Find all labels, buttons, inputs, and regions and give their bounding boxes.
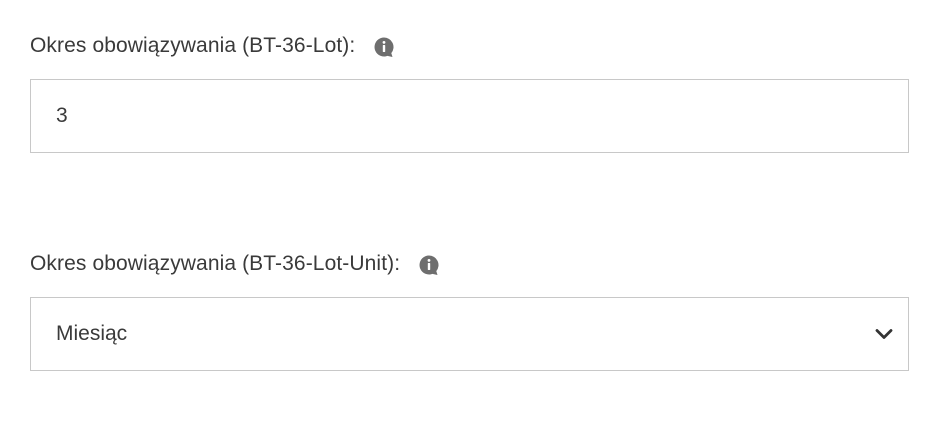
period-unit-label: Okres obowiązywania (BT-36-Lot-Unit): xyxy=(30,252,401,275)
period-lot-field: Okres obowiązywania (BT-36-Lot): 3 xyxy=(30,31,909,153)
period-lot-label: Okres obowiązywania (BT-36-Lot): xyxy=(30,34,356,57)
period-unit-select[interactable]: Miesiąc xyxy=(30,297,909,371)
period-lot-input[interactable]: 3 xyxy=(30,79,909,153)
period-lot-value: 3 xyxy=(56,104,68,127)
period-unit-label-row: Okres obowiązywania (BT-36-Lot-Unit): xyxy=(30,249,909,279)
period-lot-label-row: Okres obowiązywania (BT-36-Lot): xyxy=(30,31,909,61)
period-unit-field: Okres obowiązywania (BT-36-Lot-Unit): Mi… xyxy=(30,249,909,371)
info-icon[interactable] xyxy=(418,254,440,276)
chevron-down-icon[interactable] xyxy=(872,322,896,346)
info-icon[interactable] xyxy=(373,36,395,58)
period-unit-selected-value: Miesiąc xyxy=(56,322,128,345)
